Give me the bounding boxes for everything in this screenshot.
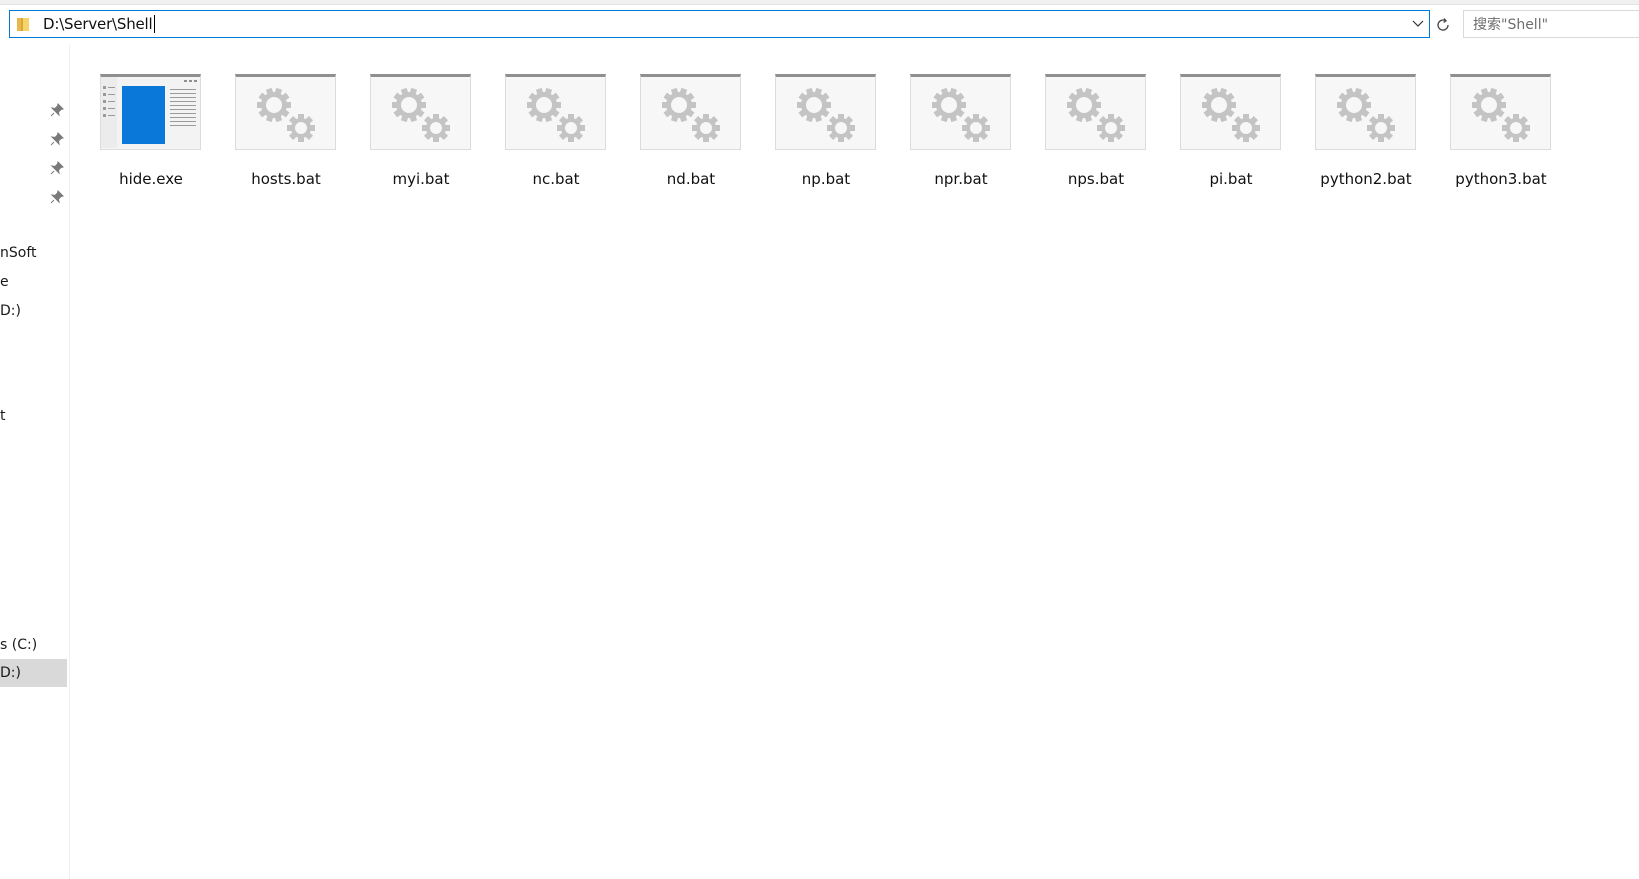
file-name: hide.exe — [119, 170, 183, 188]
bat-thumbnail — [1045, 74, 1146, 150]
refresh-button[interactable] — [1433, 12, 1453, 38]
file-name: nps.bat — [1067, 170, 1125, 188]
file-item[interactable]: pi.bat — [1176, 74, 1286, 198]
gears-icon — [1067, 87, 1125, 142]
gears-icon — [257, 87, 315, 142]
bat-thumbnail — [1450, 74, 1551, 150]
bat-thumbnail — [235, 74, 336, 150]
address-history-dropdown-button[interactable] — [1407, 11, 1429, 37]
chevron-down-icon — [1412, 20, 1424, 27]
gears-icon — [932, 87, 990, 142]
nav-item-label: nSoft — [0, 245, 37, 261]
folder-icon — [16, 17, 31, 32]
bat-thumbnail — [775, 74, 876, 150]
pin-icon[interactable] — [50, 131, 64, 146]
file-item[interactable]: np.bat — [771, 74, 881, 198]
file-name: python3.bat — [1455, 170, 1547, 188]
file-name: nc.bat — [532, 170, 580, 188]
nav-item-label: e — [0, 274, 9, 290]
nav-item-label: D:) — [0, 303, 21, 319]
pin-icon[interactable] — [50, 189, 64, 204]
file-item[interactable]: nps.bat — [1041, 74, 1151, 198]
nav-item[interactable]: D:) — [0, 297, 21, 325]
text-cursor — [153, 15, 155, 33]
gears-icon — [527, 87, 585, 142]
file-item[interactable]: nd.bat — [636, 74, 746, 198]
nav-item-drive-c[interactable]: s (C:) — [0, 631, 37, 659]
pin-icon[interactable] — [50, 160, 64, 175]
address-path[interactable]: D:\Server\Shell — [43, 15, 153, 33]
navigation-pane[interactable]: nSoft e D:) t s (C:) D:) — [0, 44, 70, 879]
nav-item-label: D:) — [0, 665, 21, 681]
file-item[interactable]: hosts.bat — [231, 74, 341, 198]
title-bar-strip — [0, 0, 1639, 5]
bat-thumbnail — [640, 74, 741, 150]
file-item[interactable]: npr.bat — [906, 74, 1016, 198]
file-item[interactable]: nc.bat — [501, 74, 611, 198]
gears-icon — [1472, 87, 1530, 142]
nav-item-label: t — [0, 408, 6, 424]
nav-item[interactable]: nSoft — [0, 239, 37, 267]
file-item[interactable]: myi.bat — [366, 74, 476, 198]
file-name: myi.bat — [392, 170, 450, 188]
bat-thumbnail — [1180, 74, 1281, 150]
application-window-icon — [101, 77, 200, 148]
file-name: npr.bat — [934, 170, 988, 188]
gears-icon — [1202, 87, 1260, 142]
bat-thumbnail — [505, 74, 606, 150]
gears-icon — [662, 87, 720, 142]
file-name: python2.bat — [1320, 170, 1412, 188]
file-name: np.bat — [801, 170, 851, 188]
file-item[interactable]: hide.exe — [96, 74, 206, 198]
address-bar[interactable]: D:\Server\Shell — [9, 10, 1430, 38]
gears-icon — [1337, 87, 1395, 142]
bat-thumbnail — [1315, 74, 1416, 150]
nav-item-drive-d[interactable]: D:) — [0, 659, 67, 687]
bat-thumbnail — [910, 74, 1011, 150]
file-name: nd.bat — [666, 170, 716, 188]
search-input[interactable]: 搜索"Shell" — [1463, 10, 1639, 38]
bat-thumbnail — [370, 74, 471, 150]
file-name: hosts.bat — [251, 170, 321, 188]
file-name: pi.bat — [1209, 170, 1253, 188]
file-list-view[interactable]: hide.exe hosts.bat myi.bat nc.bat nd.bat… — [70, 44, 1639, 879]
pin-icon[interactable] — [50, 102, 64, 117]
file-item[interactable]: python2.bat — [1311, 74, 1421, 198]
nav-item[interactable]: t — [0, 402, 6, 430]
refresh-icon — [1437, 18, 1449, 31]
gears-icon — [392, 87, 450, 142]
exe-thumbnail — [100, 74, 201, 150]
gears-icon — [797, 87, 855, 142]
nav-item-label: s (C:) — [0, 637, 38, 653]
search-placeholder: 搜索"Shell" — [1473, 17, 1549, 33]
nav-item[interactable]: e — [0, 268, 9, 296]
file-item[interactable]: python3.bat — [1446, 74, 1556, 198]
